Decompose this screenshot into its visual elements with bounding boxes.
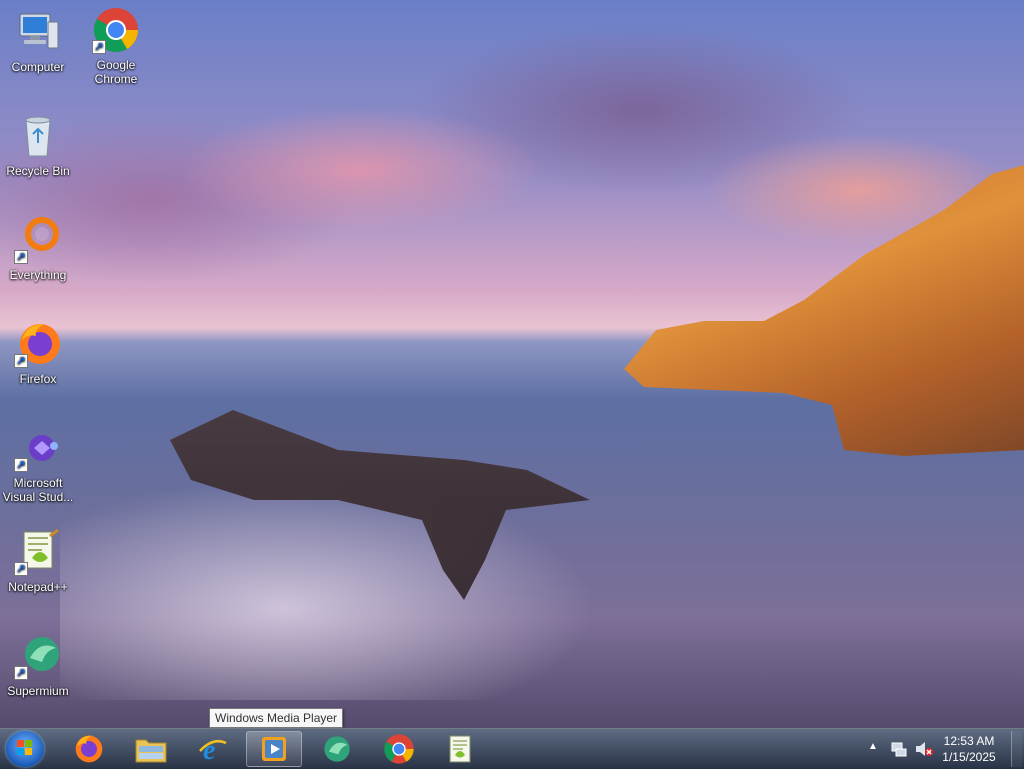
- svg-text:e: e: [203, 735, 215, 765]
- chrome-icon: ↗: [92, 6, 140, 54]
- media-player-icon: [262, 737, 286, 761]
- desktop-icon-label: Everything: [9, 268, 67, 282]
- supermium-icon: [324, 736, 350, 762]
- desktop-icon-label: Computer: [11, 60, 65, 74]
- desktop-icon-supermium[interactable]: ↗ Supermium: [0, 632, 76, 698]
- shortcut-arrow-icon: ↗: [14, 458, 28, 472]
- computer-icon: [14, 8, 62, 56]
- show-hidden-icons-button[interactable]: ▲: [868, 741, 878, 752]
- wallpaper-cliff: [624, 165, 1024, 456]
- desktop-icon-firefox[interactable]: ↗ Firefox: [0, 320, 76, 386]
- taskbar-supermium[interactable]: [309, 731, 365, 767]
- desktop-icon-label: Supermium: [7, 684, 69, 698]
- show-desktop-button[interactable]: [1011, 731, 1022, 767]
- everything-icon: ↗: [14, 216, 62, 264]
- taskbar-internet-explorer[interactable]: e: [185, 731, 241, 767]
- desktop-icon-visual-studio[interactable]: ↗ Microsoft Visual Stud...: [0, 424, 76, 504]
- taskbar-tooltip: Windows Media Player: [209, 708, 344, 728]
- notepad-plus-plus-icon: [449, 735, 471, 763]
- desktop-icon-label: Firefox: [19, 372, 57, 386]
- desktop-icon-everything[interactable]: ↗ Everything: [0, 216, 76, 282]
- firefox-icon: [75, 735, 103, 763]
- shortcut-arrow-icon: ↗: [14, 666, 28, 680]
- start-button[interactable]: [6, 731, 44, 767]
- firefox-icon: ↗: [14, 320, 62, 368]
- desktop-icon-label: Microsoft Visual Stud...: [2, 476, 74, 504]
- shortcut-arrow-icon: ↗: [92, 40, 106, 54]
- system-clock[interactable]: 12:53 AM 1/15/2025: [934, 733, 1004, 765]
- desktop-icon-google-chrome[interactable]: ↗ Google Chrome: [78, 6, 154, 86]
- clock-date: 1/15/2025: [942, 750, 996, 764]
- supermium-icon: ↗: [14, 632, 62, 680]
- chrome-icon: [384, 734, 414, 764]
- desktop-icon-computer[interactable]: Computer: [0, 8, 76, 74]
- taskbar-file-explorer[interactable]: [123, 731, 179, 767]
- taskbar-windows-media-player[interactable]: [246, 731, 302, 767]
- desktop-icon-notepad-plus-plus[interactable]: ↗ Notepad++: [0, 528, 76, 594]
- notepad-plus-plus-icon: ↗: [14, 528, 62, 576]
- taskbar-firefox[interactable]: [61, 731, 117, 767]
- desktop-icon-label: Recycle Bin: [6, 164, 70, 178]
- desktop-icon-label: Notepad++: [8, 580, 68, 594]
- taskbar-notepad-plus-plus[interactable]: [432, 731, 488, 767]
- desktop-icon-label: Google Chrome: [94, 58, 138, 86]
- network-icon[interactable]: [890, 740, 908, 763]
- clock-time: 12:53 AM: [943, 734, 995, 748]
- windows-start-icon: [17, 740, 32, 755]
- taskbar-google-chrome[interactable]: [371, 731, 427, 767]
- internet-explorer-icon: e: [199, 735, 227, 765]
- shortcut-arrow-icon: ↗: [14, 354, 28, 368]
- shortcut-arrow-icon: ↗: [14, 250, 28, 264]
- volume-muted-icon[interactable]: [914, 740, 934, 763]
- visual-studio-icon: ↗: [14, 424, 62, 472]
- folder-icon: [135, 739, 167, 763]
- taskbar: e ▲ 12:53 AM 1/15/2025: [0, 728, 1024, 769]
- recycle-bin-icon: [14, 112, 62, 160]
- desktop-icon-recycle-bin[interactable]: Recycle Bin: [0, 112, 76, 178]
- shortcut-arrow-icon: ↗: [14, 562, 28, 576]
- desktop-wallpaper: Computer ↗ Google Chrome Recycle Bin ↗ E…: [0, 0, 1024, 728]
